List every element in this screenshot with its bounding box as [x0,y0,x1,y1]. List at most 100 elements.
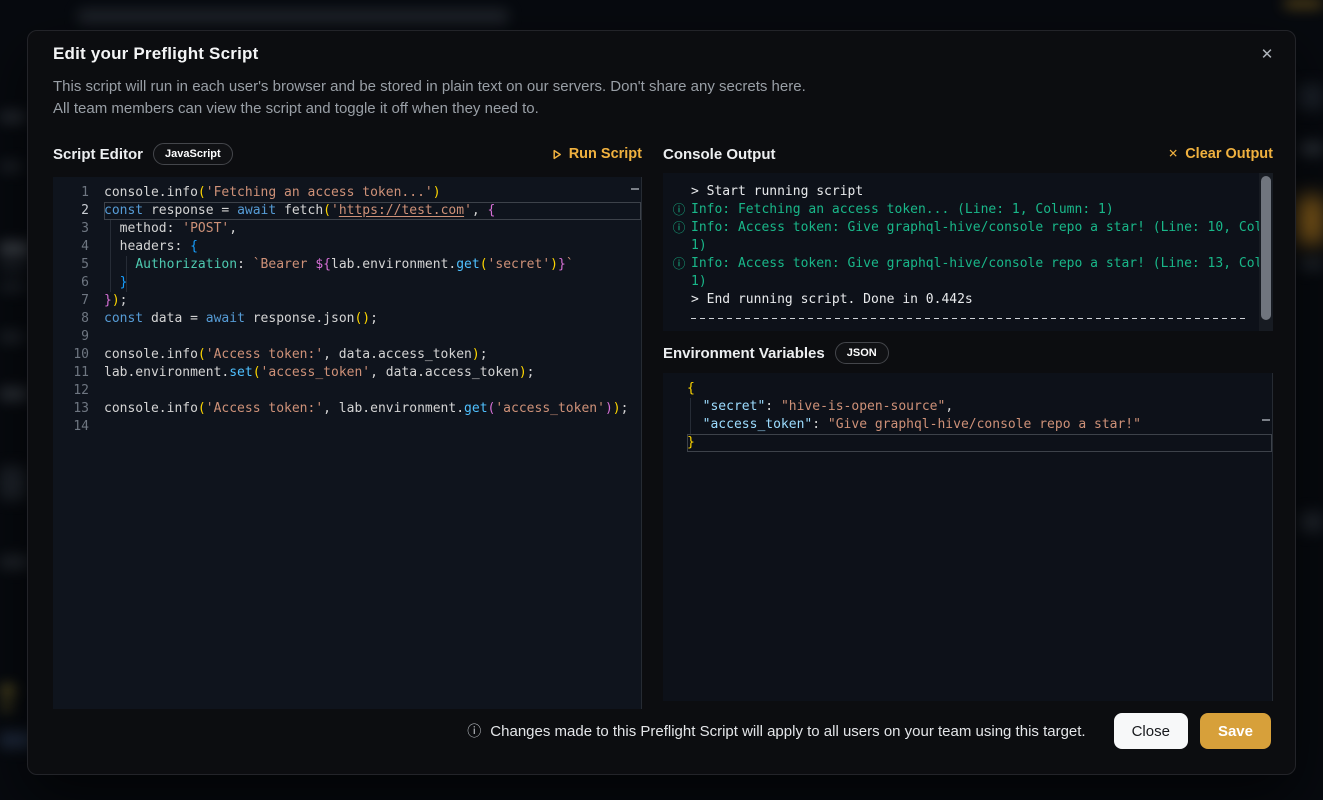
code-token: () [354,311,370,326]
code-line-text: Authorization: `Bearer ${lab.environment… [104,256,641,274]
code-token: const [104,203,143,218]
console-info-icon [667,237,691,255]
code-line-text: method: 'POST', [104,220,641,238]
code-token: Authorization [135,257,237,272]
code-line-text: { [687,380,1272,398]
code-token: ; [120,293,128,308]
code-token: 'POST' [182,221,229,236]
console-log-entry: 1) [667,273,1249,291]
code-line-text [104,328,641,346]
code-token: 'secret' [488,257,551,272]
code-token: ; [370,311,378,326]
save-button[interactable]: Save [1200,713,1271,749]
code-token: ( [253,365,261,380]
environment-editor-line[interactable]: } [663,434,1272,452]
backdrop-blob [78,10,508,23]
script-editor-line[interactable]: 1console.info('Fetching an access token.… [53,184,641,202]
code-token: response = [143,203,237,218]
code-token: { [488,203,496,218]
script-editor-line[interactable]: 7}); [53,292,641,310]
code-token: , [945,399,953,414]
line-number: 10 [53,346,89,364]
script-editor-line[interactable]: 8 const data = await response.json(); [53,310,641,328]
backdrop-blob [0,112,26,122]
script-editor-line[interactable]: 14 [53,418,641,436]
close-icon[interactable]: ✕ [1256,43,1278,65]
code-token: ${ [315,257,331,272]
code-line-text [104,418,641,436]
backdrop-blob [0,556,30,568]
backdrop-blob [0,242,30,256]
code-token: data = [143,311,206,326]
backdrop-blob [1300,258,1323,270]
script-editor-line[interactable]: 13console.info('Access token:', lab.envi… [53,400,641,418]
code-token: console.info [104,185,198,200]
close-button[interactable]: Close [1114,713,1188,749]
code-token: ( [480,257,488,272]
code-token [104,275,120,290]
console-log-text: Info: Fetching an access token... (Line:… [691,201,1249,219]
clear-output-button[interactable]: ✕ Clear Output [1168,146,1273,162]
backdrop-blob [0,332,24,342]
code-token: ) [550,257,558,272]
script-editor-line[interactable]: 10 console.info('Access token:', data.acc… [53,346,641,364]
code-token: 'Access token:' [206,401,323,416]
info-icon: ⓘ [467,721,481,741]
console-log-entry: > End running script. Done in 0.442s [667,291,1249,309]
script-editor-line[interactable]: 12 [53,382,641,400]
script-editor-line[interactable]: 9 [53,328,641,346]
environment-code: { "secret": "hive-is-open-source", "acce… [663,373,1272,452]
line-number: 7 [53,292,89,310]
code-line-text: console.info('Access token:', data.acces… [104,346,641,364]
backdrop-blob [1300,142,1323,155]
code-token: } [104,293,112,308]
code-token: ) [613,401,621,416]
script-editor-line[interactable]: 2const response = await fetch('https://t… [53,202,641,220]
code-token: await [206,311,245,326]
code-token: https://test.com [339,203,464,218]
line-number: 14 [53,418,89,436]
script-editor-line[interactable]: 6 } [53,274,641,292]
code-token: `Bearer [253,257,316,272]
code-token: set [229,365,252,380]
code-token: headers: [104,239,190,254]
script-editor-line[interactable]: 3 method: 'POST', [53,220,641,238]
run-script-button[interactable]: Run Script [552,146,642,162]
code-line-text: } [687,434,1272,452]
backdrop-blob [0,388,28,400]
console-scrollbar-track[interactable] [1259,173,1273,331]
code-line-text: const data = await response.json(); [104,310,641,328]
script-editor-line[interactable]: 11lab.environment.set('access_token', da… [53,364,641,382]
console-log-text: 1) [691,237,1249,255]
play-icon [552,149,562,160]
environment-editor-line[interactable]: "access_token": "Give graphql-hive/conso… [663,416,1272,434]
console-log-text: Info: Access token: Give graphql-hive/co… [691,219,1273,237]
environment-editor-line[interactable]: { [663,380,1272,398]
console-scrollbar-thumb[interactable] [1261,176,1271,320]
footer-note: ⓘ Changes made to this Preflight Script … [467,721,1085,741]
script-editor-panel[interactable]: 1console.info('Fetching an access token.… [53,177,642,709]
console-log-text: 1) [691,273,1249,291]
code-line-text: console.info('Access token:', lab.enviro… [104,400,641,418]
console-info-icon: ⓘ [667,201,691,219]
script-editor-line[interactable]: 4 headers: { [53,238,641,256]
script-editor-line[interactable]: 5 Authorization: `Bearer ${lab.environme… [53,256,641,274]
environment-variables-panel[interactable]: { "secret": "hive-is-open-source", "acce… [663,373,1273,701]
javascript-badge: JavaScript [153,143,233,165]
code-token: ( [323,203,331,218]
code-line-text: lab.environment.set('access_token', data… [104,364,641,382]
modal-title: Edit your Preflight Script [53,44,258,64]
code-token: } [558,257,566,272]
code-token: await [237,203,276,218]
console-log-entry: ⓘInfo: Fetching an access token... (Line… [667,201,1249,219]
code-token: ' [464,203,472,218]
backdrop-blob [1284,0,1323,7]
line-number: 2 [53,202,89,220]
modal-description-line1: This script will run in each user's brow… [53,76,806,98]
console-output-panel[interactable]: > Start running scriptⓘInfo: Fetching an… [663,173,1273,331]
environment-editor-line[interactable]: "secret": "hive-is-open-source", [663,398,1272,416]
code-line-text: }); [104,292,641,310]
backdrop-blob [1298,84,1323,110]
line-number: 8 [53,310,89,328]
code-token: "hive-is-open-source" [781,399,945,414]
